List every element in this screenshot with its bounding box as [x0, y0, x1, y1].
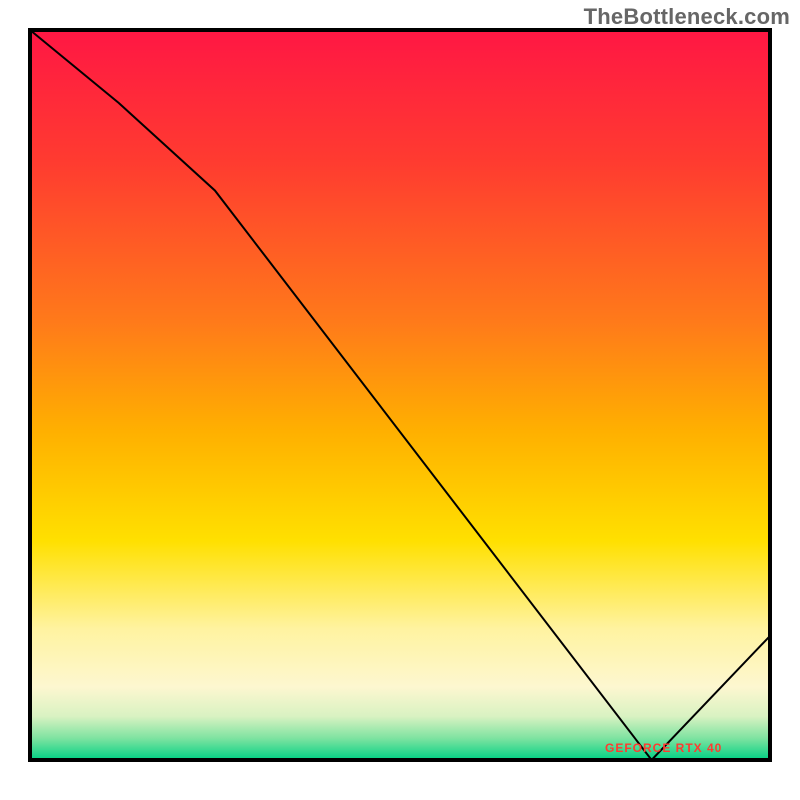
watermark-text: TheBottleneck.com [584, 4, 790, 30]
plot-background [30, 30, 770, 760]
chart-frame: TheBottleneck.com GEFORCE RTX 40 [0, 0, 800, 800]
chart-svg [0, 0, 800, 800]
x-axis-marker-label: GEFORCE RTX 40 [605, 741, 722, 755]
